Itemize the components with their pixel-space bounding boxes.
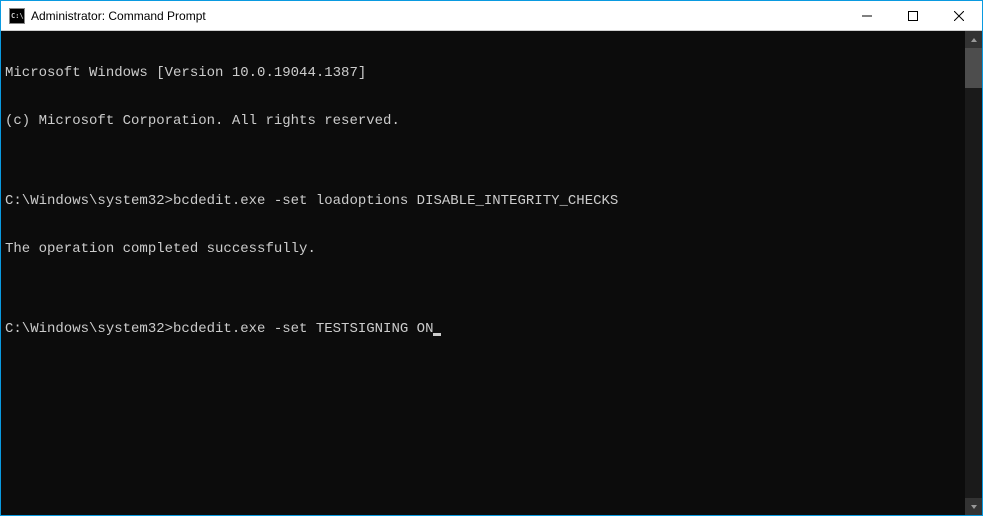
terminal-current-line: C:\Windows\system32>bcdedit.exe -set TES… xyxy=(5,321,965,337)
close-button[interactable] xyxy=(936,1,982,30)
svg-text:C:\: C:\ xyxy=(11,12,24,20)
cursor xyxy=(433,333,441,336)
titlebar[interactable]: C:\ Administrator: Command Prompt xyxy=(1,1,982,31)
scroll-down-arrow-icon[interactable] xyxy=(965,498,982,515)
maximize-button[interactable] xyxy=(890,1,936,30)
scrollbar-thumb[interactable] xyxy=(965,48,982,88)
minimize-button[interactable] xyxy=(844,1,890,30)
terminal-line: Microsoft Windows [Version 10.0.19044.13… xyxy=(5,65,965,81)
cmd-icon: C:\ xyxy=(9,8,25,24)
content-area: Microsoft Windows [Version 10.0.19044.13… xyxy=(1,31,982,515)
terminal-line: The operation completed successfully. xyxy=(5,241,965,257)
terminal-text: C:\Windows\system32>bcdedit.exe -set TES… xyxy=(5,321,433,337)
vertical-scrollbar[interactable] xyxy=(965,31,982,515)
terminal-line: C:\Windows\system32>bcdedit.exe -set loa… xyxy=(5,193,965,209)
scrollbar-track[interactable] xyxy=(965,48,982,498)
scroll-up-arrow-icon[interactable] xyxy=(965,31,982,48)
terminal-output[interactable]: Microsoft Windows [Version 10.0.19044.13… xyxy=(1,31,965,515)
command-prompt-window: C:\ Administrator: Command Prompt Micros… xyxy=(0,0,983,516)
window-controls xyxy=(844,1,982,30)
window-title: Administrator: Command Prompt xyxy=(31,9,844,23)
terminal-line: (c) Microsoft Corporation. All rights re… xyxy=(5,113,965,129)
